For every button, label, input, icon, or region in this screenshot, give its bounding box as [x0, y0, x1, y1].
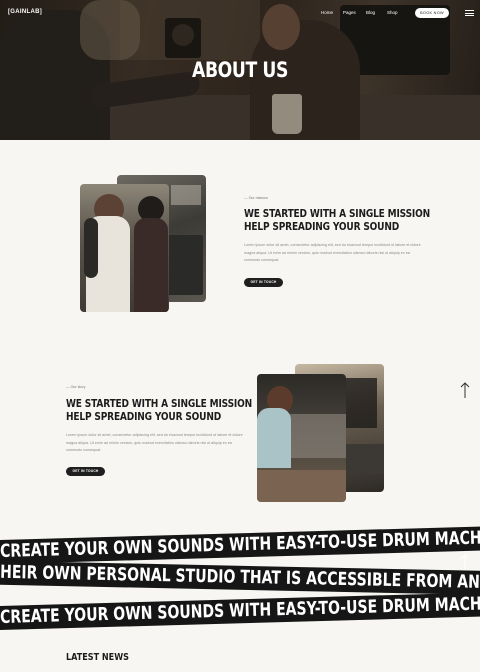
get-in-touch-button[interactable]: GET IN TOUCH [66, 467, 105, 476]
marquee-banner: CREATE YOUR OWN SOUNDS WITH EASY-TO-USE … [0, 525, 480, 565]
section-eyebrow: — Our mission [244, 196, 268, 200]
nav-link-pages[interactable]: Pages [343, 10, 356, 15]
get-in-touch-button[interactable]: GET IN TOUCH [244, 278, 283, 287]
nav-link-shop[interactable]: Shop [387, 10, 398, 15]
marquee-text: HEIR OWN PERSONAL STUDIO THAT IS ACCESSI… [0, 561, 480, 595]
nav-link-blog[interactable]: Blog [366, 10, 375, 15]
marquee-banner: CREATE YOUR OWN SOUNDS WITH EASY-TO-USE … [0, 591, 480, 631]
page-title: ABOUT US [192, 58, 288, 82]
mixing-photo-front [257, 374, 346, 502]
top-navigation: [GAINLAB] Home Pages Blog Shop BOOK NOW [0, 0, 480, 24]
section-eyebrow: — Our story [66, 385, 86, 389]
section-body-text: Lorem ipsum dolor sit amet, consectetur … [66, 433, 243, 453]
section-heading: WE STARTED WITH A SINGLE MISSION HELP SP… [66, 398, 264, 424]
studio-photo-front-person-a-jacket [84, 218, 98, 278]
marquee-text: CREATE YOUR OWN SOUNDS WITH EASY-TO-USE … [0, 592, 480, 628]
scroll-top-arrow-up-icon[interactable] [459, 381, 471, 399]
marquee-banner: HEIR OWN PERSONAL STUDIO THAT IS ACCESSI… [0, 560, 480, 596]
book-now-button[interactable]: BOOK NOW [415, 8, 449, 18]
section-body-text: Lorem ipsum dolor sit amet, consectetur … [244, 243, 421, 263]
studio-photo-front-person-b-body [134, 218, 168, 312]
studio-photo-back-equipment [167, 235, 203, 295]
studio-photo-back-screen [171, 185, 201, 205]
section-heading-line2: HELP SPREADING YOUR SOUND [66, 411, 222, 423]
section-heading-line1: WE STARTED WITH A SINGLE MISSION [66, 398, 252, 410]
mixing-photo-front-desk [257, 470, 346, 502]
latest-news-heading: LATEST NEWS [66, 652, 129, 663]
section-heading-line2: HELP SPREADING YOUR SOUND [244, 221, 400, 233]
mixing-photo-front-person-body [257, 408, 291, 468]
nav-link-home[interactable]: Home [321, 10, 333, 15]
studio-photo-front [80, 184, 169, 312]
hamburger-menu-icon[interactable] [465, 10, 474, 16]
hero-section: [GAINLAB] Home Pages Blog Shop BOOK NOW … [0, 0, 480, 140]
site-logo[interactable]: [GAINLAB] [8, 9, 42, 15]
scroll-top-arrow-up-icon[interactable] [459, 553, 471, 571]
section-heading-line1: WE STARTED WITH A SINGLE MISSION [244, 208, 430, 220]
section-heading: WE STARTED WITH A SINGLE MISSION HELP SP… [244, 208, 442, 234]
marquee-text: CREATE YOUR OWN SOUNDS WITH EASY-TO-USE … [0, 526, 480, 562]
